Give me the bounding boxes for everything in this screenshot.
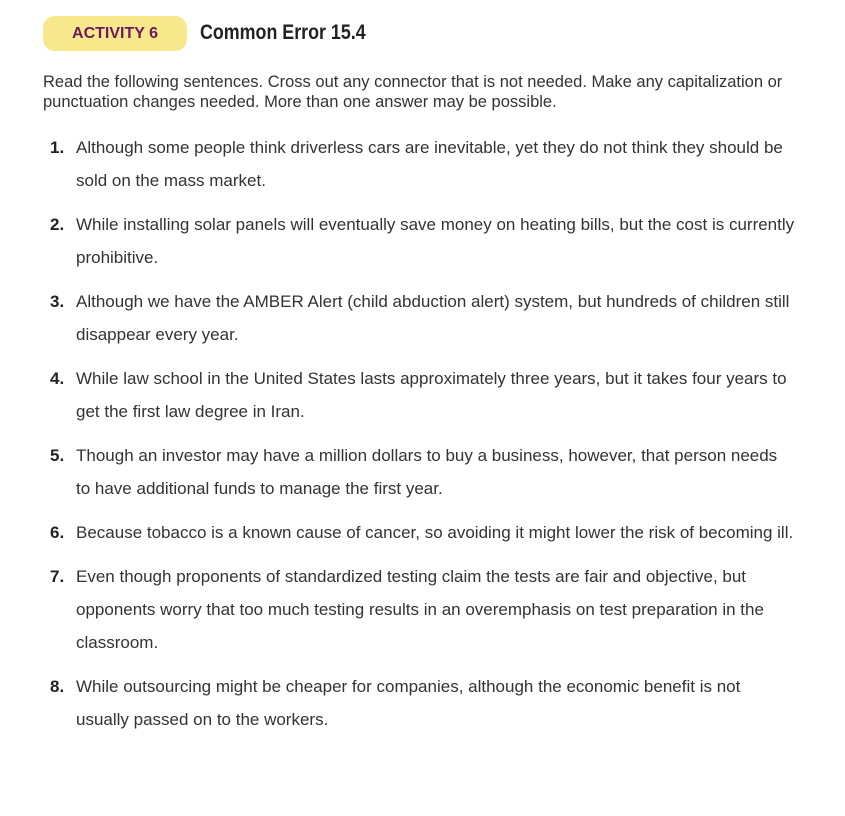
- item-text: Although we have the AMBER Alert (child …: [76, 292, 790, 344]
- list-item: 5. Though an investor may have a million …: [0, 439, 796, 505]
- list-item: 8. While outsourcing might be cheaper for…: [0, 670, 796, 736]
- item-number: 6.: [50, 523, 65, 542]
- item-number: 7.: [50, 567, 65, 586]
- list-item: 3. Although we have the AMBER Alert (chil…: [0, 285, 796, 351]
- list-item: 2. While installing solar panels will eve…: [0, 208, 796, 274]
- item-text: Although some people think driverless ca…: [76, 138, 783, 190]
- instructions: Read the following sentences. Cross out …: [43, 73, 783, 111]
- item-text: While law school in the United States la…: [76, 369, 787, 421]
- list-item: 6. Because tobacco is a known cause of ca…: [0, 516, 796, 549]
- item-number: 2.: [50, 215, 65, 234]
- item-text: Because tobacco is a known cause of canc…: [76, 523, 794, 542]
- list-item: 7. Even though proponents of standardized…: [0, 560, 796, 659]
- list-item: 4. While law school in the United States …: [0, 362, 796, 428]
- item-text: Even though proponents of standardized t…: [76, 567, 764, 652]
- item-text: Though an investor may have a million do…: [76, 446, 778, 498]
- exercise-list: 1. Although some people think driverless …: [0, 131, 845, 747]
- item-number: 8.: [50, 677, 65, 696]
- item-number: 3.: [50, 292, 65, 311]
- item-text: While outsourcing might be cheaper for c…: [76, 677, 741, 729]
- item-number: 4.: [50, 369, 65, 388]
- item-text: While installing solar panels will event…: [76, 215, 795, 267]
- page-title: Common Error 15.4: [200, 21, 366, 44]
- item-number: 5.: [50, 446, 65, 465]
- item-number: 1.: [50, 138, 65, 157]
- list-item: 1. Although some people think driverless …: [0, 131, 796, 197]
- activity-badge: ACTIVITY 6: [43, 16, 187, 51]
